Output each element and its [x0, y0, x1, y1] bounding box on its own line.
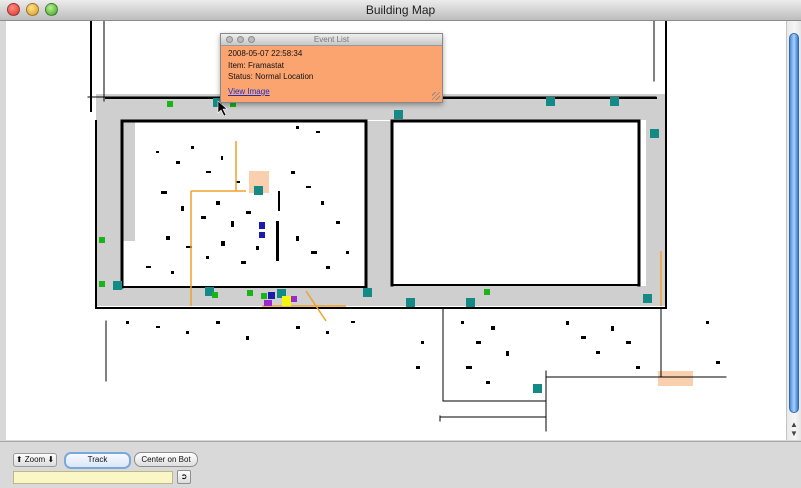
popup-titlebar[interactable]: Event List — [221, 34, 442, 46]
event-timestamp: 2008-05-07 22:58:34 — [228, 49, 303, 58]
vertical-scrollbar[interactable]: ▲ ▼ — [786, 21, 801, 440]
popup-title: Event List — [313, 35, 350, 44]
bottom-toolbar: ⬆ Zoom ⬇ Track Center on Bot ➲ — [0, 441, 801, 488]
window-titlebar: Building Map — [0, 0, 801, 21]
window-title: Building Map — [365, 3, 436, 17]
view-image-link[interactable]: View Image — [228, 87, 270, 96]
scrollbar-thumb[interactable] — [789, 33, 799, 413]
highlight-rooms — [249, 171, 693, 386]
command-input[interactable] — [13, 471, 173, 484]
corridors — [96, 94, 666, 306]
go-arrow-icon[interactable]: ➲ — [177, 470, 191, 484]
center-on-bot-button[interactable]: Center on Bot — [134, 452, 198, 467]
event-item: Item: Framastat — [228, 61, 285, 70]
building-map-canvas[interactable]: Event List 2008-05-07 22:58:34 Item: Fra… — [6, 21, 787, 440]
track-button[interactable]: Track — [64, 452, 131, 469]
scroll-up-arrow-icon[interactable]: ▲ — [790, 420, 798, 429]
zoom-button[interactable]: ⬆ Zoom ⬇ — [13, 453, 57, 467]
resize-grip-icon[interactable] — [432, 92, 440, 100]
event-status: Status: Normal Location — [228, 72, 314, 81]
room-clutter — [126, 126, 720, 384]
event-list-popup[interactable]: Event List 2008-05-07 22:58:34 Item: Fra… — [220, 33, 443, 103]
scroll-down-arrow-icon[interactable]: ▼ — [790, 429, 798, 438]
green-markers — [99, 101, 490, 299]
